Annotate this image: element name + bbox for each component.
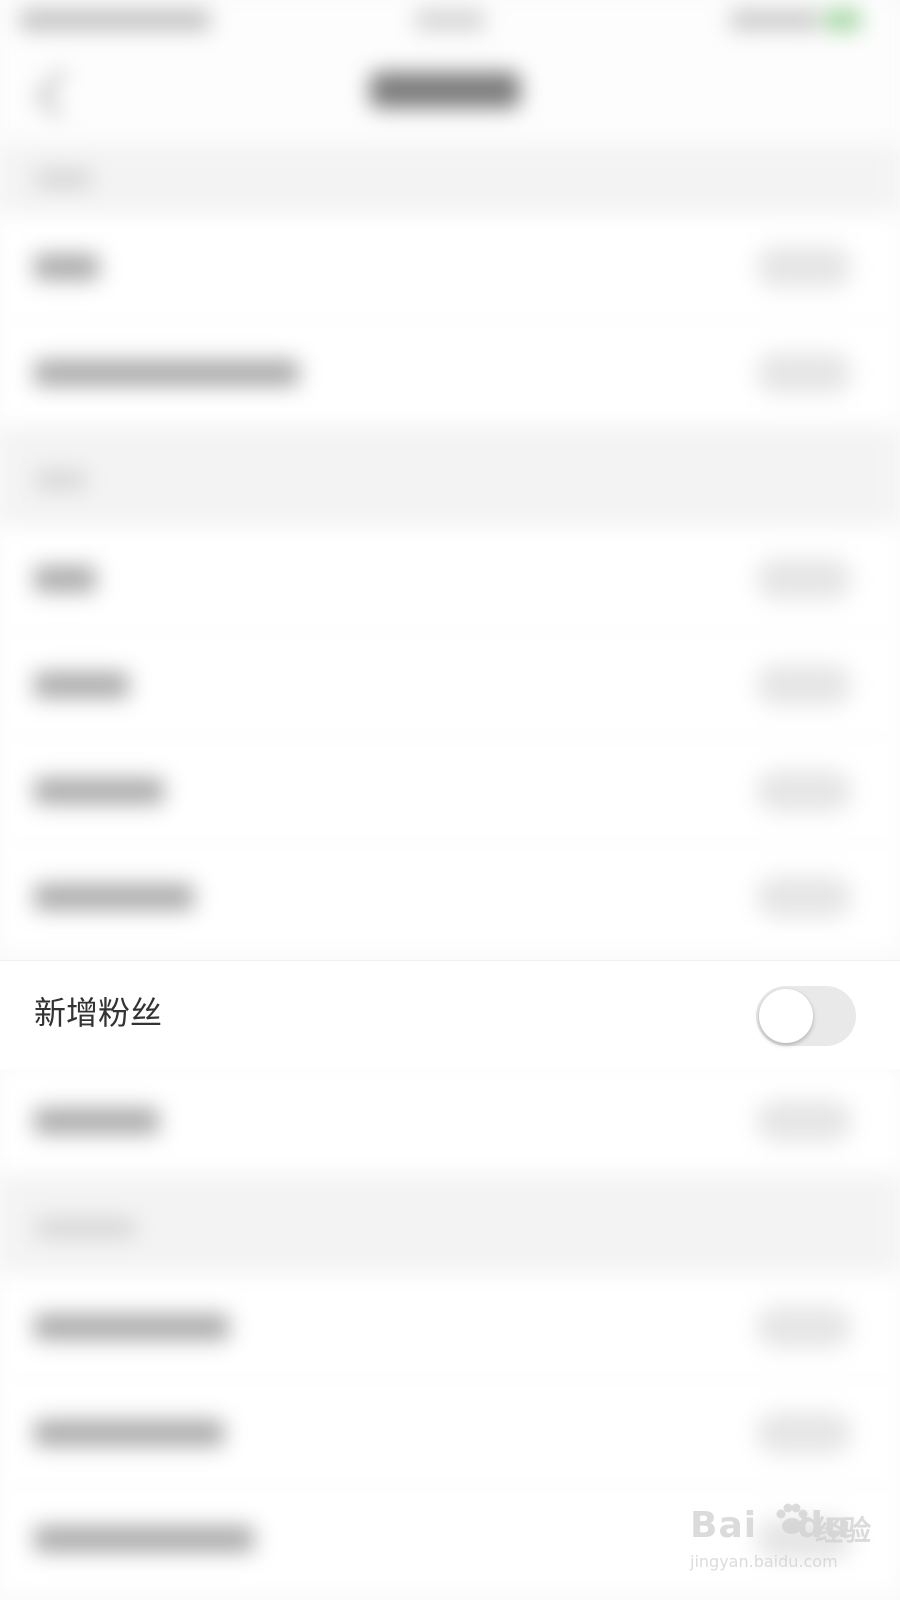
- settings-row[interactable]: [0, 526, 900, 632]
- row-label: [34, 1314, 229, 1340]
- settings-row[interactable]: [0, 632, 900, 738]
- battery-icon: [825, 10, 861, 30]
- settings-row[interactable]: [0, 214, 900, 320]
- toggle-switch[interactable]: [756, 558, 852, 600]
- section-header: [0, 1174, 900, 1274]
- row-label: [34, 1108, 159, 1134]
- row-label: [34, 254, 99, 280]
- row-label: [34, 1420, 224, 1446]
- row-label: [34, 672, 129, 698]
- settings-row[interactable]: [0, 738, 900, 844]
- watermark-product: 经验: [815, 1514, 872, 1547]
- status-time: [415, 10, 485, 30]
- row-label: [34, 778, 164, 804]
- status-carrier: [20, 10, 210, 30]
- settings-row[interactable]: [0, 1274, 900, 1380]
- paw-icon: [776, 1503, 808, 1534]
- settings-row[interactable]: [0, 1068, 900, 1174]
- row-label: [34, 1526, 254, 1552]
- toggle-switch[interactable]: [756, 352, 852, 394]
- watermark-url: jingyan.baidu.com: [690, 1552, 838, 1571]
- settings-row-new-followers[interactable]: 新增粉丝: [0, 960, 900, 1069]
- section-label: [36, 170, 91, 188]
- section-header: [0, 144, 900, 214]
- settings-row[interactable]: [0, 1380, 900, 1486]
- page-title: [370, 72, 520, 108]
- toggle-switch[interactable]: [756, 1100, 852, 1142]
- status-indicators: [730, 10, 820, 30]
- screen: 新增粉丝 Bai du 经验 jingyan.baidu.com: [0, 0, 900, 1600]
- settings-row[interactable]: [0, 320, 900, 426]
- watermark: Bai du 经验 jingyan.baidu.com: [690, 1500, 890, 1590]
- toggle-switch[interactable]: [756, 1412, 852, 1454]
- row-label: [34, 566, 96, 592]
- settings-row[interactable]: [0, 844, 900, 950]
- blurred-background: [0, 0, 900, 1600]
- section-label: [36, 471, 86, 489]
- row-label: [34, 360, 299, 386]
- toggle-knob: [759, 989, 813, 1043]
- toggle-switch[interactable]: [756, 664, 852, 706]
- row-label: [34, 884, 194, 910]
- toggle-switch[interactable]: [756, 1306, 852, 1348]
- status-bar: [0, 0, 900, 44]
- section-header: [0, 426, 900, 526]
- toggle-switch[interactable]: [756, 246, 852, 288]
- row-label-new-followers: 新增粉丝: [34, 994, 163, 1032]
- new-followers-toggle[interactable]: [756, 986, 856, 1046]
- section-label: [36, 1219, 136, 1237]
- toggle-switch[interactable]: [756, 770, 852, 812]
- toggle-switch[interactable]: [756, 876, 852, 918]
